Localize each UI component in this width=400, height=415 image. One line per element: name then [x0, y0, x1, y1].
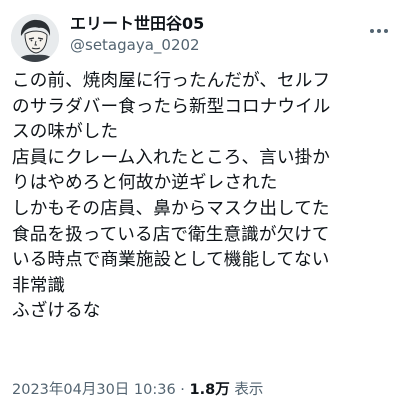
- avatar-illustration-icon: [11, 14, 59, 62]
- tweet-text: この前、焼肉屋に行ったんだが、セルフ のサラダバー食ったら新型コロナウイル スの…: [12, 69, 394, 325]
- views-label: 表示: [229, 382, 264, 398]
- author-info[interactable]: エリート世田谷05 @setagaya_0202: [70, 14, 204, 56]
- tweet-line: ふざけるな: [12, 301, 101, 322]
- meta-separator: ·: [175, 382, 190, 398]
- tweet-meta: 2023年04月30日 10:36 · 1.8万 表示: [12, 380, 263, 400]
- tweet-line: りはやめろと何故か逆ギレされた: [12, 173, 278, 194]
- avatar[interactable]: [11, 14, 59, 62]
- tweet-line: 食品を扱っている店で衛生意識が欠けて: [12, 224, 330, 245]
- more-dot: [377, 29, 381, 33]
- tweet-line: 店員にクレーム入れたところ、言い掛か: [12, 147, 330, 168]
- author-display-name[interactable]: エリート世田谷05: [70, 14, 204, 34]
- more-options-icon[interactable]: [370, 22, 388, 40]
- more-dot: [384, 29, 388, 33]
- views-count: 1.8万: [189, 382, 230, 398]
- tweet-line: スの味がした: [12, 122, 119, 143]
- tweet-line: いる時点で商業施設として機能してない: [12, 250, 330, 271]
- author-handle[interactable]: @setagaya_0202: [70, 34, 204, 56]
- tweet-line: 非常識: [12, 275, 66, 296]
- tweet-line: のサラダバー食ったら新型コロナウイル: [12, 96, 331, 117]
- tweet-card: エリート世田谷05 @setagaya_0202 この前、焼肉屋に行ったんだが、…: [0, 0, 400, 415]
- more-dot: [370, 29, 374, 33]
- tweet-timestamp[interactable]: 2023年04月30日 10:36: [12, 382, 176, 398]
- tweet-line: しかもその店員、鼻からマスク出してた: [12, 198, 330, 219]
- tweet-line: この前、焼肉屋に行ったんだが、セルフ: [12, 71, 331, 91]
